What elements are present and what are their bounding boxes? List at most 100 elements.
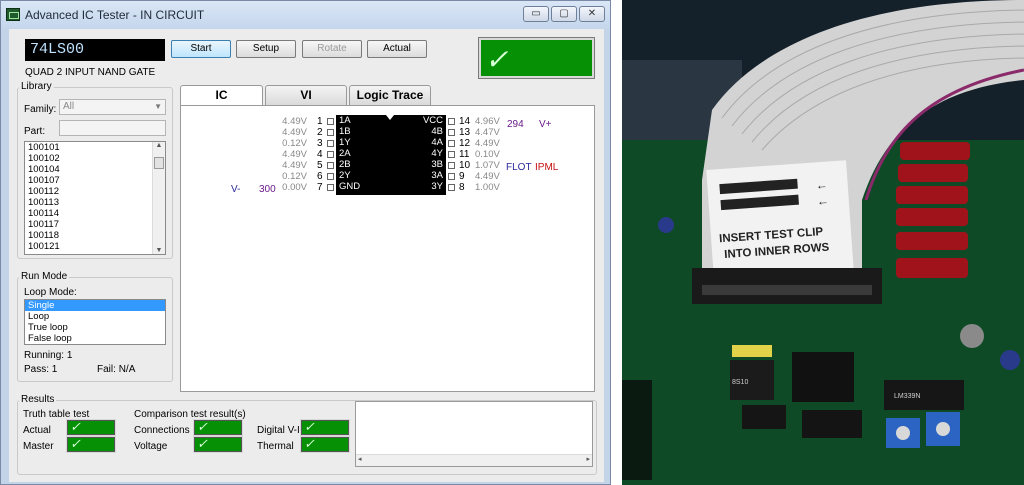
chip-pin-name-left: 1B (339, 126, 351, 137)
window-title: Advanced IC Tester - IN CIRCUIT (25, 8, 205, 22)
left-pin-checkbox[interactable] (327, 184, 334, 191)
left-pin-checkbox[interactable] (327, 162, 334, 169)
part-list-scrollbar[interactable]: ▲ ▼ (152, 142, 165, 254)
left-pin-checkbox[interactable] (327, 118, 334, 125)
right-pin-checkbox[interactable] (448, 151, 455, 158)
right-pin-number: 8 (459, 182, 465, 193)
chip-pin-name-right: 3A (431, 170, 443, 181)
client-area: 74LS00 QUAD 2 INPUT NAND GATE Start Setu… (9, 29, 604, 482)
checkmark-icon: ✓ (304, 419, 315, 434)
running-value: 1 (66, 350, 73, 361)
chip-notch-icon (386, 115, 394, 120)
checkmark-icon: ✓ (485, 44, 509, 75)
part-input[interactable] (59, 120, 166, 136)
right-pin-number: 9 (459, 171, 465, 182)
loop-mode-option[interactable]: Single (25, 300, 165, 311)
part-description: QUAD 2 INPUT NAND GATE (25, 67, 156, 78)
part-list-item[interactable]: 100121 (25, 241, 165, 252)
part-number-display: 74LS00 (25, 39, 165, 61)
setup-button[interactable]: Setup (236, 40, 296, 58)
scroll-left-icon[interactable]: ◂ (358, 455, 362, 463)
rotate-button[interactable]: Rotate (302, 40, 362, 58)
part-list-item[interactable]: 100117 (25, 219, 165, 230)
minimize-button[interactable]: ▭ (523, 6, 549, 22)
checkmark-icon: ✓ (70, 419, 81, 434)
left-pin-number: 5 (317, 160, 323, 171)
photo-chip-a-label: 8S10 (732, 379, 748, 386)
scroll-thumb[interactable] (154, 157, 164, 169)
part-list-item[interactable]: 100113 (25, 197, 165, 208)
part-list-item[interactable]: 100107 (25, 175, 165, 186)
right-pin-voltage: 1.00V (475, 182, 500, 193)
family-select[interactable]: All ▼ (59, 99, 166, 115)
part-list-item[interactable]: 100112 (25, 186, 165, 197)
part-list-item[interactable]: 100118 (25, 230, 165, 241)
ic-view-panel: 4.49V 1 4.49V 2 0.12V 3 4.49V 4 4.49V 5 0.12V 6 0.00… (180, 105, 595, 392)
checkmark-icon: ✓ (197, 419, 208, 434)
scroll-right-icon[interactable]: ▸ (586, 455, 590, 463)
part-list-item[interactable]: 100101 (25, 142, 165, 153)
output-horizontal-scrollbar[interactable]: ◂ ▸ (356, 454, 592, 466)
right-pin-checkbox[interactable] (448, 118, 455, 125)
tab-ic[interactable]: IC (180, 85, 263, 106)
maximize-button[interactable]: ▢ (551, 6, 577, 22)
loop-mode-option[interactable]: Loop (25, 311, 165, 322)
loop-mode-list[interactable]: Single Loop True loop False loop (24, 299, 166, 345)
voltage-label: Voltage (134, 441, 168, 452)
start-button[interactable]: Start (171, 40, 231, 58)
chip-pin-name-left: 2A (339, 148, 351, 159)
results-output-box[interactable]: ◂ ▸ (355, 401, 593, 467)
part-list-item[interactable]: 100114 (25, 208, 165, 219)
left-pin-checkbox[interactable] (327, 140, 334, 147)
tab-vi[interactable]: VI (265, 85, 347, 105)
left-pin-number: 6 (317, 171, 323, 182)
overall-pass-indicator: ✓ (478, 37, 595, 79)
svg-text:←: ← (816, 194, 829, 209)
loop-mode-option[interactable]: True loop (25, 322, 165, 333)
right-pin-checkbox[interactable] (448, 140, 455, 147)
chip-pin-name-left: 1Y (339, 137, 351, 148)
right-pin-voltage: 4.49V (475, 171, 500, 182)
scroll-down-icon[interactable]: ▼ (153, 247, 165, 254)
fail-value: N/A (118, 364, 136, 375)
chip-pin-name-left: GND (339, 181, 361, 192)
right-pin-checkbox[interactable] (448, 184, 455, 191)
left-pin-voltage: 4.49V (282, 116, 307, 127)
chip-pin-name-right: 3B (431, 159, 443, 170)
left-pin-number: 1 (317, 116, 323, 127)
left-pin-checkbox[interactable] (327, 129, 334, 136)
right-pin-checkbox[interactable] (448, 129, 455, 136)
loop-mode-option[interactable]: False loop (25, 333, 165, 344)
connections-pass-indicator: ✓ (193, 419, 243, 436)
right-pin-checkbox[interactable] (448, 162, 455, 169)
part-list-item[interactable]: 100104 (25, 164, 165, 175)
part-list-item[interactable]: 100102 (25, 153, 165, 164)
right-pin-number: 10 (459, 160, 471, 171)
photo-chip-b-label: LM339N (894, 393, 920, 400)
actual-button[interactable]: Actual (367, 40, 427, 58)
part-label: Part: (24, 126, 46, 137)
chip-pin-name-right: 4A (431, 137, 443, 148)
tester-hardware-photo: ← ← INSERT TEST CLIP INTO INNER ROWS 8S1… (622, 0, 1024, 485)
hardware-photo-illustration: ← ← INSERT TEST CLIP INTO INNER ROWS 8S1… (622, 0, 1024, 485)
left-pin-checkbox[interactable] (327, 151, 334, 158)
close-button[interactable]: ✕ (579, 6, 605, 22)
chip-pin-name-left: 1A (339, 115, 351, 126)
chip-pin-name-right: 3Y (431, 181, 443, 192)
checkmark-icon: ✓ (197, 436, 208, 451)
part-list[interactable]: 100101 100102 100104 100107 100112 100113 1001… (24, 141, 166, 255)
digital-vi-label: Digital V-I (257, 425, 300, 436)
actual-label: Actual (23, 425, 51, 436)
right-pin-checkbox[interactable] (448, 173, 455, 180)
chip-pin-name-right: VCC (422, 115, 443, 126)
left-pin-number: 3 (317, 138, 323, 149)
tab-logic-trace[interactable]: Logic Trace (349, 85, 431, 105)
digital-vi-pass-indicator: ✓ (300, 419, 350, 436)
scroll-up-icon[interactable]: ▲ (153, 142, 165, 149)
checkmark-icon: ✓ (304, 436, 315, 451)
thermal-label: Thermal (257, 441, 294, 452)
right-pin-number: 11 (459, 149, 470, 160)
run-mode-title: Run Mode (19, 271, 70, 282)
right-pin-voltage: 4.47V (475, 127, 500, 138)
left-pin-checkbox[interactable] (327, 173, 334, 180)
